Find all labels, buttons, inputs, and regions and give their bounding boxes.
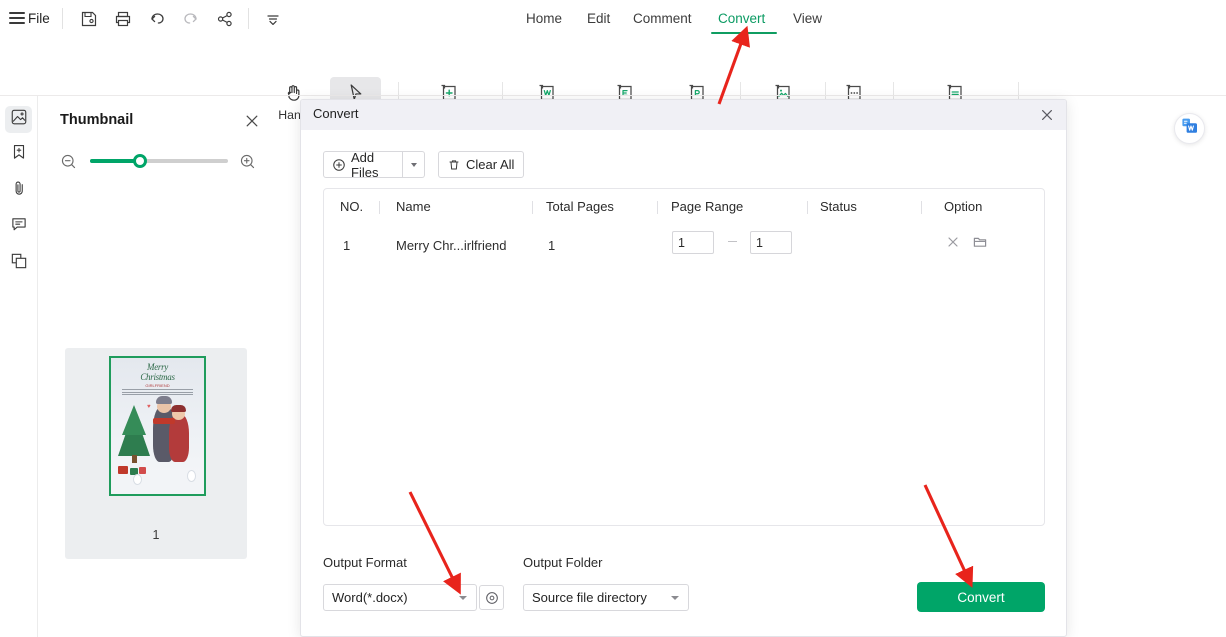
sidebar-item-comment[interactable] xyxy=(5,213,32,240)
page-range-from-input[interactable] xyxy=(672,231,714,254)
gear-icon xyxy=(485,591,498,604)
chevron-down-icon xyxy=(459,596,467,600)
tab-convert[interactable]: Convert xyxy=(718,9,765,28)
comment-icon xyxy=(10,215,28,238)
gift-box xyxy=(118,466,128,474)
output-folder-value: Source file directory xyxy=(532,590,647,605)
tab-view[interactable]: View xyxy=(793,9,822,28)
convert-button[interactable]: Convert xyxy=(917,582,1045,612)
tab-comment[interactable]: Comment xyxy=(633,9,692,28)
output-format-value: Word(*.docx) xyxy=(332,590,408,605)
column-header-total-pages: Total Pages xyxy=(546,199,614,214)
add-files-label: Add Files xyxy=(351,149,379,180)
dialog-title: Convert xyxy=(313,106,359,121)
pdf-to-word-icon xyxy=(1180,116,1200,141)
column-header-page-range: Page Range xyxy=(671,199,744,214)
person-one-hat xyxy=(156,396,172,404)
zoom-slider[interactable] xyxy=(90,154,228,168)
active-tab-indicator xyxy=(711,32,777,34)
pdf-to-word-badge[interactable] xyxy=(1174,113,1205,144)
add-files-dropdown-button[interactable] xyxy=(403,151,425,178)
cell-name: Merry Chr...irlfriend xyxy=(396,238,507,253)
scarf xyxy=(153,418,175,424)
header-divider xyxy=(807,201,808,214)
tree-trunk xyxy=(132,455,137,463)
thumbnail-page-cell[interactable]: Merry Christmas GIRLFRIEND ♥ ♥ ♥ xyxy=(65,348,247,559)
output-format-select[interactable]: Word(*.docx) xyxy=(323,584,477,611)
output-folder-label: Output Folder xyxy=(523,555,603,570)
thumbnail-panel: Thumbnail Merry Christmas GIRLFRIEND ♥ 1 xyxy=(38,96,275,637)
column-header-status: Status xyxy=(820,199,857,214)
left-icon-rail xyxy=(0,96,37,637)
sidebar-item-layers[interactable] xyxy=(5,250,32,277)
zoom-in-icon[interactable] xyxy=(239,153,256,170)
close-icon[interactable] xyxy=(1039,107,1055,123)
clear-all-button[interactable]: Clear All xyxy=(438,151,524,178)
output-folder-select[interactable]: Source file directory xyxy=(523,584,689,611)
christmas-tree-top-icon xyxy=(122,405,146,435)
page-number-label: 1 xyxy=(152,528,160,542)
ribbon-toolbar: Hand Select Create PDF To Word xyxy=(0,37,1226,127)
sidebar-item-thumbnail[interactable] xyxy=(5,106,32,133)
column-header-option: Option xyxy=(944,199,983,214)
bookmark-icon xyxy=(10,143,28,166)
sidebar-item-bookmark[interactable] xyxy=(5,141,32,168)
clear-all-label: Clear All xyxy=(466,157,515,172)
column-header-name: Name xyxy=(396,199,431,214)
thumbnail-icon xyxy=(10,108,28,131)
plus-circle-icon xyxy=(333,158,345,171)
artwork-text-lines xyxy=(122,389,193,397)
page-thumbnail-image[interactable]: Merry Christmas GIRLFRIEND ♥ ♥ ♥ xyxy=(109,356,206,496)
heart-icon: ♥ xyxy=(147,404,151,410)
main-tabbar: Home Edit Comment Convert View xyxy=(0,0,1226,37)
chevron-down-icon xyxy=(410,162,417,167)
close-icon[interactable] xyxy=(243,112,261,130)
remove-file-icon[interactable] xyxy=(945,234,961,250)
snowman-icon xyxy=(133,474,142,485)
add-files-button[interactable]: Add Files xyxy=(323,149,403,180)
panel-title: Thumbnail xyxy=(60,112,134,128)
zoom-out-icon[interactable] xyxy=(60,153,77,170)
artwork-subtitle: GIRLFRIEND xyxy=(145,383,170,388)
header-divider xyxy=(532,201,533,214)
dialog-titlebar: Convert xyxy=(301,100,1066,130)
table-row[interactable]: 1 Merry Chr...irlfriend 1 xyxy=(324,225,1044,267)
app-window: File Home Edit Comment Convert View Hand… xyxy=(0,0,1226,637)
page-range-dash xyxy=(728,241,737,242)
zoom-slider-handle[interactable] xyxy=(133,154,147,168)
conversion-settings-button[interactable] xyxy=(479,585,504,610)
chevron-down-icon xyxy=(671,596,679,600)
header-divider xyxy=(921,201,922,214)
header-divider xyxy=(657,201,658,214)
header-divider xyxy=(379,201,380,214)
tab-home[interactable]: Home xyxy=(526,9,562,28)
top-toolbar: File Home Edit Comment Convert View xyxy=(0,0,1226,37)
trash-icon xyxy=(449,159,459,170)
page-range-to-input[interactable] xyxy=(750,231,792,254)
sidebar-item-attachment[interactable] xyxy=(5,177,32,204)
snowman-icon xyxy=(187,470,196,482)
layers-icon xyxy=(10,252,28,275)
christmas-card-artwork: Merry Christmas GIRLFRIEND ♥ ♥ ♥ xyxy=(111,358,204,494)
tab-edit[interactable]: Edit xyxy=(587,9,610,28)
gift-box xyxy=(139,467,146,474)
output-format-label: Output Format xyxy=(323,555,407,570)
zoom-slider-row xyxy=(60,152,256,172)
table-header-row: NO. Name Total Pages Page Range Status O… xyxy=(324,189,1044,225)
convert-dialog: Convert Add Files Clear All NO. Name Tot… xyxy=(300,99,1067,637)
artwork-title: Merry Christmas xyxy=(140,362,175,382)
column-header-no: NO. xyxy=(340,199,364,214)
folder-icon[interactable] xyxy=(972,234,988,250)
attachment-icon xyxy=(10,179,28,202)
cell-no: 1 xyxy=(343,238,351,253)
file-list-table: NO. Name Total Pages Page Range Status O… xyxy=(323,188,1045,526)
cell-total-pages: 1 xyxy=(548,238,556,253)
person-two-hat xyxy=(171,405,186,412)
